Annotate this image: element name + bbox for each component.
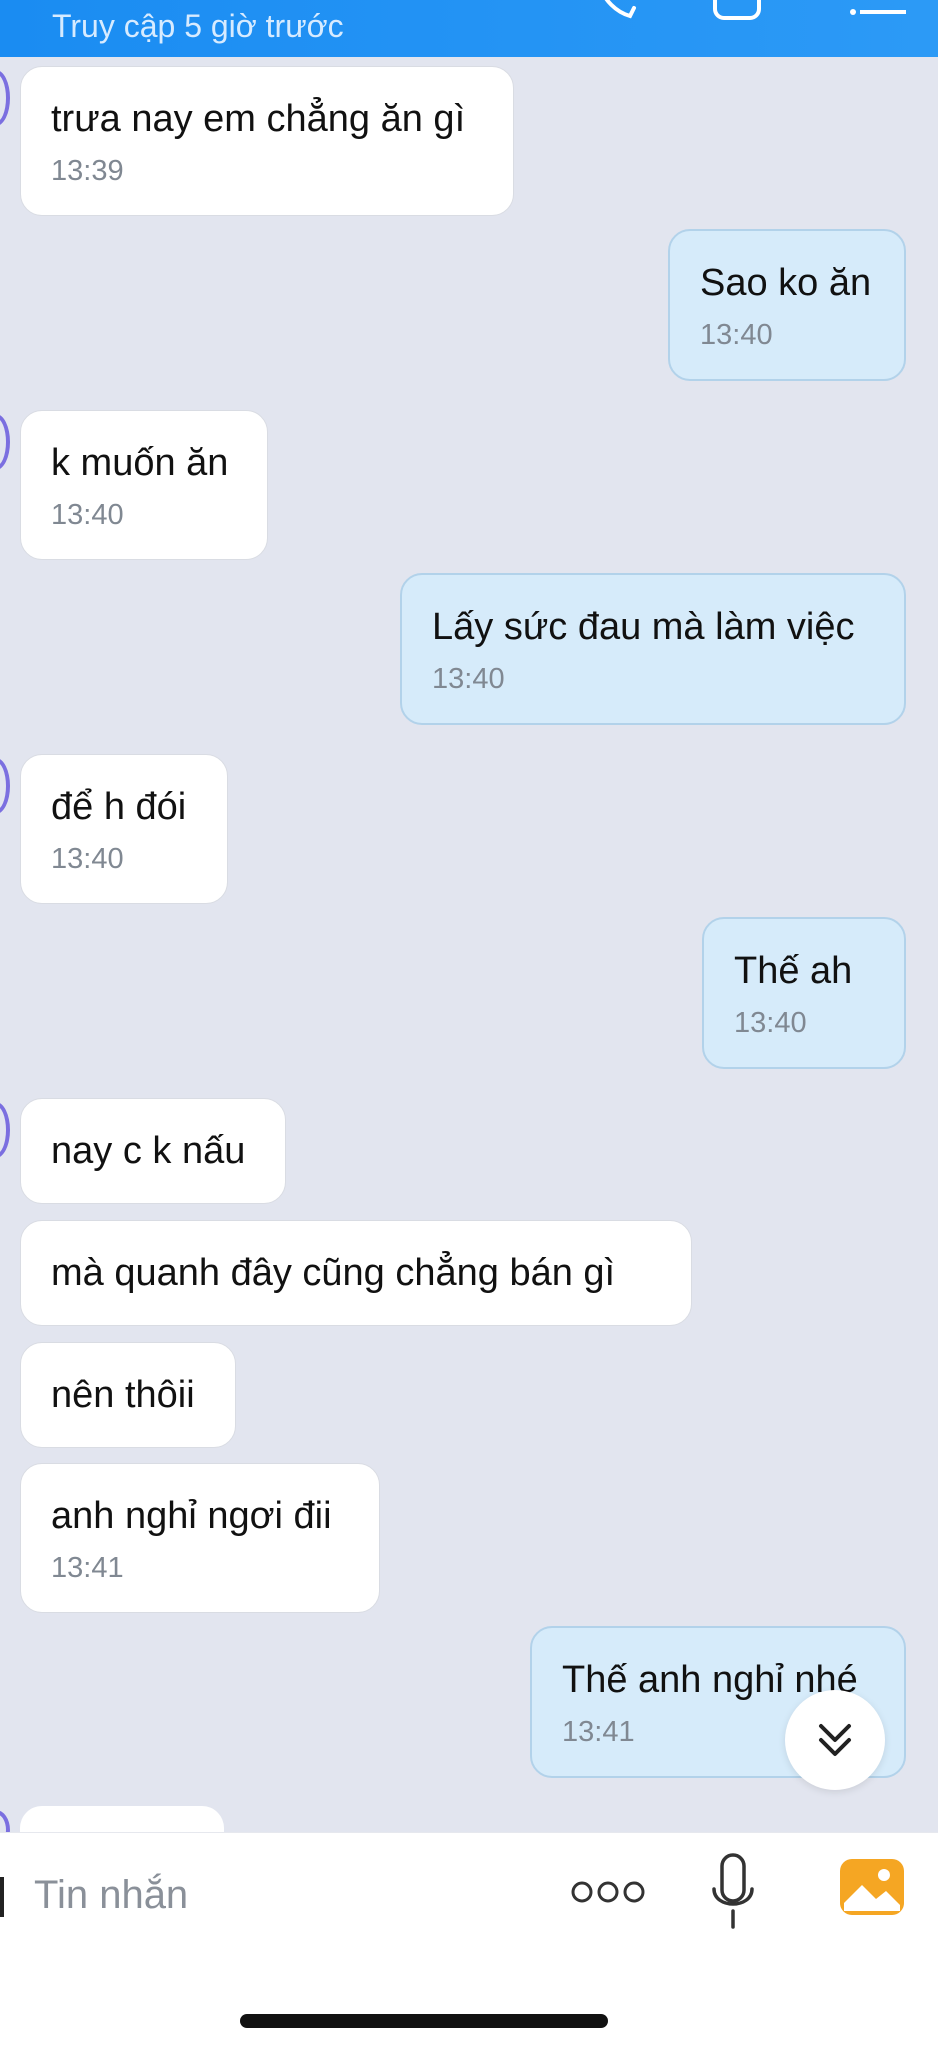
home-indicator <box>240 2014 608 2028</box>
message-text: trưa nay em chẳng ăn gì <box>51 98 466 140</box>
message-text: Thế ah <box>734 950 853 992</box>
message-time: 13:40 <box>700 319 773 351</box>
message-time: 13:40 <box>432 663 505 695</box>
avatar[interactable] <box>0 414 10 470</box>
avatar[interactable] <box>0 758 10 814</box>
more-options-icon[interactable] <box>570 1877 646 1907</box>
message-outgoing[interactable]: Thế ah 13:40 <box>702 917 906 1069</box>
message-outgoing[interactable]: Sao ko ăn 13:40 <box>668 229 906 381</box>
message-text: Sao ko ăn <box>700 262 872 304</box>
message-time: 13:39 <box>51 155 124 187</box>
message-outgoing[interactable]: Lấy sức đau mà làm việc 13:40 <box>400 573 906 725</box>
avatar[interactable] <box>0 70 10 126</box>
double-chevron-down-icon <box>819 1724 851 1756</box>
message-input[interactable]: Tin nhắn <box>34 1873 188 1918</box>
message-time: 13:40 <box>734 1007 807 1039</box>
video-call-icon[interactable] <box>712 0 772 26</box>
last-seen-status: Truy cập 5 giờ trước <box>52 8 344 44</box>
chat-header: Truy cập 5 giờ trước <box>0 0 938 57</box>
message-incoming[interactable]: anh nghỉ ngơi đii 13:41 <box>20 1463 380 1613</box>
message-incoming[interactable]: nên thôii <box>20 1342 236 1448</box>
message-time: 13:40 <box>51 843 124 875</box>
chat-screen: Truy cập 5 giờ trước trưa nay em chẳng ă… <box>0 0 938 2048</box>
message-text: anh nghỉ ngơi đii <box>51 1495 332 1537</box>
message-incoming[interactable]: nay c k nấu <box>20 1098 286 1204</box>
message-incoming[interactable]: mà quanh đây cũng chẳng bán gì <box>20 1220 692 1326</box>
message-input-bar: Tin nhắn <box>0 1832 938 2048</box>
message-time: 13:40 <box>51 499 124 531</box>
message-incoming[interactable]: trưa nay em chẳng ăn gì 13:39 <box>20 66 514 216</box>
phone-icon[interactable] <box>590 0 650 26</box>
message-text: nên thôii <box>51 1374 195 1416</box>
message-incoming[interactable]: để h đói 13:40 <box>20 754 228 904</box>
message-text: mà quanh đây cũng chẳng bán gì <box>51 1252 616 1294</box>
microphone-icon[interactable] <box>710 1851 756 1933</box>
avatar[interactable] <box>0 1102 10 1158</box>
message-text: k muốn ăn <box>51 442 229 484</box>
scroll-to-bottom-button[interactable] <box>785 1690 885 1790</box>
input-edge <box>0 1877 4 1917</box>
message-text: Lấy sức đau mà làm việc <box>432 606 855 648</box>
message-incoming[interactable]: k muốn ăn 13:40 <box>20 410 268 560</box>
message-text: để h đói <box>51 786 187 828</box>
menu-icon[interactable] <box>850 0 910 26</box>
gallery-icon[interactable] <box>838 1857 906 1917</box>
message-time: 13:41 <box>51 1552 124 1584</box>
message-text: nay c k nấu <box>51 1130 246 1172</box>
